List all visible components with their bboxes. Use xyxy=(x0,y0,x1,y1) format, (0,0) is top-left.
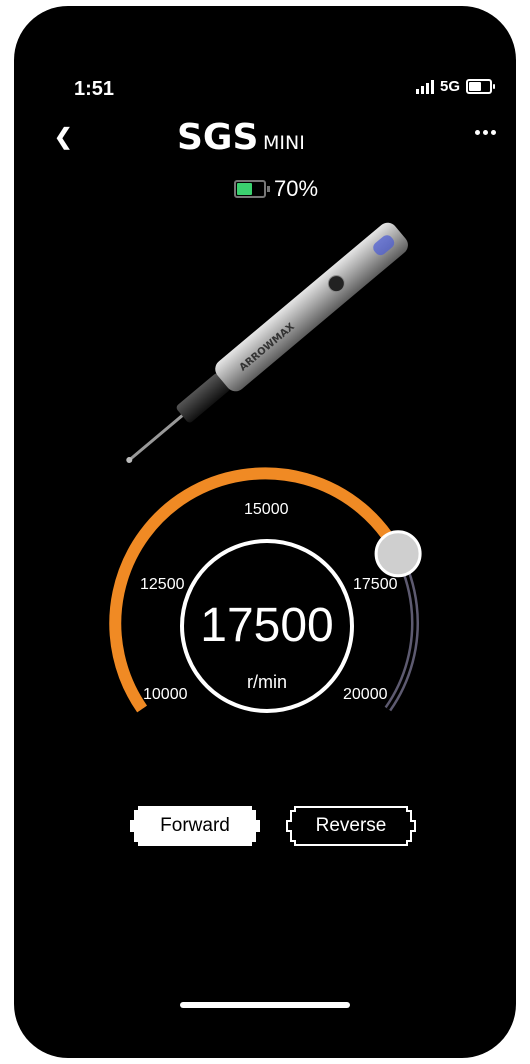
reverse-button[interactable]: Reverse xyxy=(286,806,416,846)
phone-screen: 1:51 5G ❮ SGS MINI 70% ARROWMAX 10000 12… xyxy=(14,6,516,1058)
forward-button[interactable]: Forward xyxy=(130,806,260,846)
home-indicator[interactable] xyxy=(180,1002,350,1008)
gauge-knob[interactable] xyxy=(374,530,422,578)
tick-label: 15000 xyxy=(244,501,289,518)
speed-value: 17500 xyxy=(200,599,334,652)
reverse-label: Reverse xyxy=(315,815,387,836)
forward-label: Forward xyxy=(160,815,230,836)
speed-unit: r/min xyxy=(247,672,287,692)
tick-label: 17500 xyxy=(353,576,398,593)
tick-label: 12500 xyxy=(140,576,185,593)
